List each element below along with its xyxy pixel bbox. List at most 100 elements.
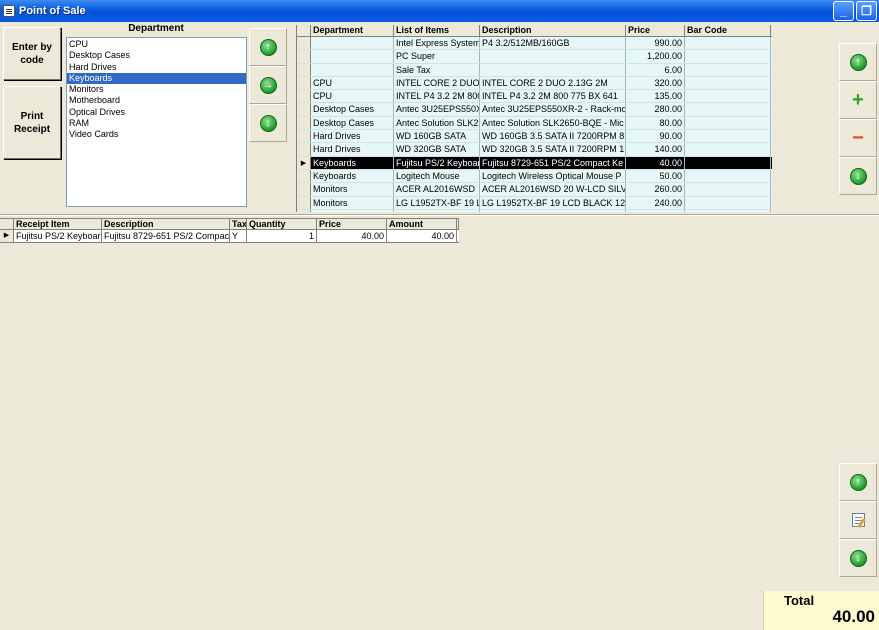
cell-description: WD 320GB 3.5 SATA II 7200RPM 1	[482, 143, 626, 156]
col-receipt-description[interactable]: Description	[102, 219, 230, 229]
maximize-button[interactable]: ❐	[856, 1, 877, 21]
col-amount[interactable]: Amount	[387, 219, 457, 229]
item-up-button[interactable]: ↑	[839, 43, 877, 81]
print-receipt-button[interactable]: Print Receipt	[3, 86, 61, 159]
table-row[interactable]: Sale Tax 6.00	[297, 63, 772, 77]
table-row[interactable]: Desktop Cases Antec Solution SLK2 Antec So…	[297, 116, 772, 131]
col-quantity[interactable]: Quantity	[247, 219, 317, 229]
cell-description	[480, 63, 626, 76]
cell-price: 135.00	[626, 90, 685, 103]
cell-price: 6.00	[626, 63, 685, 76]
cell-price: 80.00	[626, 116, 685, 130]
cell-price: 40.00	[317, 230, 387, 242]
col-list-of-items[interactable]: List of Items	[394, 25, 480, 36]
department-header: Department	[128, 23, 184, 34]
add-item-button[interactable]: +	[839, 81, 877, 119]
dept-add-button[interactable]: →	[249, 66, 287, 104]
table-row[interactable]: Keyboards Logitech Mouse Logitech Wireless…	[297, 169, 772, 184]
row-indicator	[297, 50, 311, 63]
item-down-button[interactable]: ↓	[839, 157, 877, 195]
cell-item: LG L2000CN-SF 20	[394, 209, 480, 212]
arrow-right-icon: →	[259, 76, 277, 94]
table-row[interactable]: Monitors LG L1952TX-BF 19 LC LG L1952TX-BF…	[297, 196, 772, 210]
row-indicator	[297, 130, 311, 143]
row-indicator	[297, 63, 311, 76]
col-price[interactable]: Price	[626, 25, 685, 36]
receipt-down-button[interactable]: ↓	[839, 539, 877, 577]
col-receipt-price[interactable]: Price	[317, 219, 387, 229]
list-item[interactable]: Desktop Cases	[67, 50, 246, 61]
col-bar-code[interactable]: Bar Code	[685, 25, 771, 36]
department-list[interactable]: CPU Desktop Cases Hard Drives Keyboards Moni…	[66, 37, 247, 207]
cell-barcode	[685, 90, 771, 103]
list-item[interactable]: Keyboards	[67, 72, 246, 85]
cell-department: CPU	[311, 76, 394, 90]
list-item[interactable]: Optical Drives	[67, 107, 246, 118]
items-grid[interactable]: Department List of Items Description Pri…	[296, 25, 772, 212]
cell-description: Fujitsu 8729-651 PS/2 Compact Ke	[480, 156, 626, 169]
cell-description: Fujitsu 8729-651 PS/2 Compact	[104, 230, 230, 242]
cell-item: WD 320GB SATA	[394, 143, 480, 156]
cell-description	[480, 50, 626, 63]
app-icon	[3, 5, 15, 17]
list-item[interactable]: CPU	[67, 39, 246, 50]
table-row[interactable]: MonitorsLG L2000CN-SF 20LG L2000CN-SF 20…	[297, 209, 772, 212]
cell-barcode	[685, 169, 771, 183]
col-description[interactable]: Description	[480, 25, 626, 36]
list-item[interactable]: Monitors	[67, 84, 246, 95]
arrow-down-icon: ↓	[849, 167, 867, 185]
edit-receipt-button[interactable]	[839, 501, 877, 539]
row-indicator	[297, 143, 311, 156]
table-row[interactable]: ▶ Fujitsu PS/2 Keyboard Fujitsu 8729-651 P…	[0, 230, 459, 243]
cell-item: Logitech Mouse	[394, 169, 480, 183]
col-tax[interactable]: Tax	[230, 219, 247, 229]
cell-price: 240.00	[626, 196, 685, 209]
table-row[interactable]: ▶ Keyboards Fujitsu PS/2 Keyboard Fujitsu 8…	[297, 156, 772, 170]
receipt-grid[interactable]: Receipt Item Description Tax Quantity Pr…	[0, 218, 459, 243]
list-item[interactable]: Video Cards	[67, 129, 246, 140]
table-row[interactable]: Intel Express System P4 3.2/512MB/160GB 99…	[297, 37, 772, 51]
arrow-up-icon: ↑	[259, 38, 277, 56]
cell-description: INTEL CORE 2 DUO 2.13G 2M	[480, 76, 626, 90]
row-indicator	[297, 90, 311, 103]
cell-department: CPU	[311, 90, 394, 103]
remove-item-button[interactable]: −	[839, 119, 877, 157]
list-item[interactable]: Hard Drives	[67, 62, 246, 73]
table-row[interactable]: CPU INTEL CORE 2 DUO INTEL CORE 2 DUO 2.13…	[297, 76, 772, 91]
cell-item: WD 160GB SATA	[394, 130, 480, 143]
row-pointer-icon: ▶	[297, 156, 311, 169]
col-receipt-item[interactable]: Receipt Item	[14, 219, 102, 229]
total-label: Total	[784, 593, 815, 608]
list-item[interactable]: RAM	[67, 118, 246, 129]
table-row[interactable]: Desktop Cases Antec 3U25EPS550X Antec 3U25…	[297, 103, 772, 117]
total-panel: Total 40.00	[763, 591, 879, 630]
cell-barcode	[685, 209, 771, 212]
cell-department: Hard Drives	[311, 130, 394, 143]
cell-barcode	[685, 103, 771, 116]
list-item[interactable]: Motherboard	[67, 95, 246, 106]
cell-price: 140.00	[626, 143, 685, 156]
cell-barcode	[685, 196, 771, 209]
cell-price: 90.00	[626, 130, 685, 143]
dept-up-button[interactable]: ↑	[249, 28, 287, 66]
receipt-up-button[interactable]: ↑	[839, 463, 877, 501]
row-indicator	[297, 76, 311, 90]
cell-item: ACER AL2016WSD	[394, 183, 480, 196]
cell-description: ACER AL2016WSD 20 W-LCD SILV	[482, 183, 626, 196]
cell-item: Fujitsu PS/2 Keyboard	[396, 156, 480, 169]
row-pointer-icon: ▶	[0, 230, 14, 242]
row-indicator	[297, 169, 311, 183]
table-row[interactable]: PC Super 1,200.00	[297, 50, 772, 64]
dept-down-button[interactable]: ↓	[249, 104, 287, 142]
table-row[interactable]: Hard Drives WD 320GB SATA WD 320GB 3.5 SAT…	[297, 143, 772, 157]
minimize-button[interactable]: _	[833, 1, 854, 21]
table-row[interactable]: Hard Drives WD 160GB SATA WD 160GB 3.5 SAT…	[297, 130, 772, 144]
cell-barcode	[685, 63, 771, 76]
table-row[interactable]: CPU INTEL P4 3.2 2M 800 INTEL P4 3.2 2M 80…	[297, 90, 772, 104]
cell-description: INTEL P4 3.2 2M 800 775 BX 641	[480, 90, 626, 103]
arrow-up-icon: ↑	[849, 53, 867, 71]
cell-barcode	[685, 37, 771, 50]
col-department[interactable]: Department	[311, 25, 394, 36]
table-row[interactable]: Monitors ACER AL2016WSD ACER AL2016WSD 20 …	[297, 183, 772, 197]
enter-by-code-button[interactable]: Enter by code	[3, 27, 61, 80]
